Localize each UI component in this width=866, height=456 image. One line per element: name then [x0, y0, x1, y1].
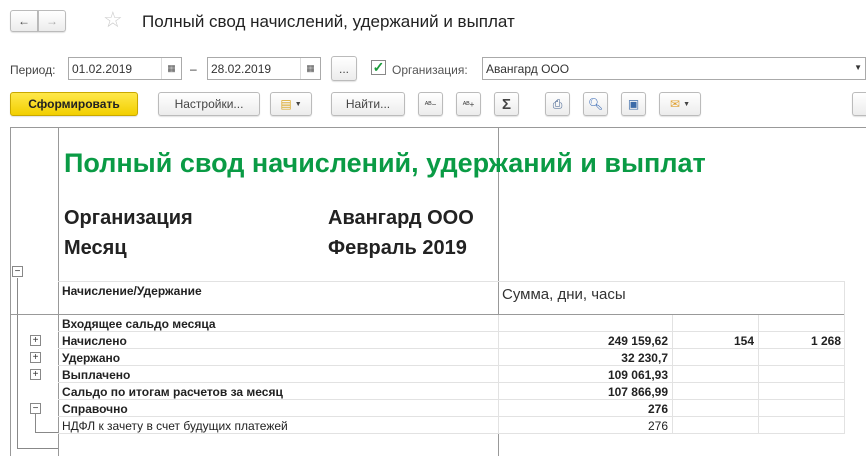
row-hours: 1 268 [810, 334, 841, 348]
org-value: Авангард ООО [486, 62, 570, 76]
expand-toggle-icon[interactable]: + [30, 352, 41, 363]
dropdown-arrow-icon: ▼ [294, 100, 302, 108]
row-name: Сальдо по итогам расчетов за месяц [62, 385, 283, 399]
collapse-all-button[interactable]: ᴬᴮ− [418, 92, 443, 116]
dropdown-arrow-icon[interactable]: ▼ [854, 63, 862, 72]
date-from-input[interactable]: 01.02.2019 ▦ [68, 57, 182, 80]
preview-button[interactable]: 🔍︎ [583, 92, 608, 116]
row-sum: 249 159,62 [607, 334, 668, 348]
collapse-toggle-icon[interactable]: − [30, 403, 41, 414]
expand-toggle-icon[interactable]: + [30, 369, 41, 380]
row-name: Справочно [62, 402, 128, 416]
row-sum: 276 [647, 419, 668, 433]
table-row: Сальдо по итогам расчетов за месяц 107 86… [58, 383, 845, 400]
row-sum: 32 230,7 [621, 351, 668, 365]
month-caption: Месяц [64, 237, 127, 259]
period-dash: – [190, 62, 197, 76]
date-to-value: 28.02.2019 [211, 62, 272, 76]
favorite-star-icon[interactable]: ☆ [103, 7, 123, 33]
collapse-groups-icon: ᴬᴮ− [424, 99, 437, 109]
find-button[interactable]: Найти... [331, 92, 405, 116]
window-title: Полный свод начислений, удержаний и выпл… [142, 12, 515, 31]
date-to-input[interactable]: 28.02.2019 ▦ [207, 57, 321, 80]
row-days: 154 [733, 334, 754, 348]
variants-button[interactable]: ▤ ▼ [270, 92, 312, 116]
expand-groups-icon: ᴬᴮ+ [462, 99, 475, 109]
table-row: Удержано 32 230,7 [58, 349, 845, 366]
sum-button[interactable]: Σ [494, 92, 519, 116]
forward-button[interactable]: → [38, 10, 66, 32]
more-button[interactable] [852, 92, 866, 116]
save-button[interactable]: ▣ [621, 92, 646, 116]
month-value: Февраль 2019 [328, 237, 467, 259]
calendar-icon[interactable]: ▦ [300, 58, 320, 79]
table-row: НДФЛ к зачету в счет будущих платежей 276 [58, 417, 845, 434]
table-row: Справочно 276 [58, 400, 845, 417]
row-name: НДФЛ к зачету в счет будущих платежей [62, 419, 288, 433]
column-header-sum: Сумма, дни, часы [502, 286, 626, 303]
row-sum: 276 [647, 402, 668, 416]
row-sum: 109 061,93 [607, 368, 668, 382]
row-name: Входящее сальдо месяца [62, 317, 216, 331]
table-row: Входящее сальдо месяца [58, 315, 845, 332]
generate-button[interactable]: Сформировать [10, 92, 138, 116]
table-row: Начислено 249 159,62 154 1 268 [58, 332, 845, 349]
envelope-icon: ✉ [670, 97, 681, 111]
org-label: Организация: [392, 63, 468, 77]
send-email-button[interactable]: ✉ ▼ [659, 92, 701, 116]
report-top-border [10, 127, 866, 128]
row-name: Начислено [62, 334, 127, 348]
folder-icon: ▤ [280, 97, 292, 111]
row-sum: 107 866,99 [607, 385, 668, 399]
org-input[interactable]: Авангард ООО ▼ [482, 57, 866, 80]
tree-line [35, 414, 36, 432]
row-name: Удержано [62, 351, 121, 365]
org-caption: Организация [64, 207, 193, 229]
tree-line [17, 278, 18, 448]
date-from-value: 01.02.2019 [72, 62, 133, 76]
dropdown-arrow-icon: ▼ [683, 100, 690, 108]
tree-line [35, 432, 58, 433]
printer-icon: ⎙ [552, 96, 563, 111]
tree-line [17, 448, 58, 449]
org-name: Авангард ООО [328, 207, 474, 229]
table-row: Выплачено 109 061,93 [58, 366, 845, 383]
back-button[interactable]: ← [10, 10, 38, 32]
header-top-line [58, 281, 844, 282]
period-select-button[interactable]: ... [331, 56, 357, 81]
print-button[interactable]: ⎙ [545, 92, 570, 116]
report-left-border [10, 127, 11, 456]
row-name: Выплачено [62, 368, 131, 382]
collapse-toggle-icon[interactable]: − [12, 266, 23, 277]
calendar-icon[interactable]: ▦ [161, 58, 181, 79]
period-label: Период: [10, 63, 56, 77]
column-header-name: Начисление/Удержание [62, 284, 202, 298]
settings-button[interactable]: Настройки... [158, 92, 260, 116]
report-title: Полный свод начислений, удержаний и выпл… [64, 148, 706, 178]
print-preview-icon: 🔍︎ [587, 97, 604, 111]
expand-all-button[interactable]: ᴬᴮ+ [456, 92, 481, 116]
expand-toggle-icon[interactable]: + [30, 335, 41, 346]
org-checkbox[interactable]: ✓ [371, 60, 386, 75]
floppy-disk-icon: ▣ [627, 97, 640, 111]
